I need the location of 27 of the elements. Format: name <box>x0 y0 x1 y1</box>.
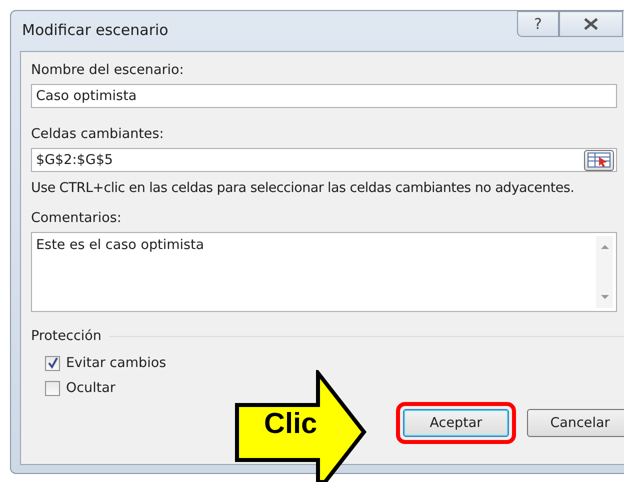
field-label: Comentarios: <box>31 210 122 227</box>
dialog-button[interactable]: Cancelar <box>527 409 624 437</box>
hint-text: Use CTRL+clic en las celdas para seleccionar las celdas cambiantes no adyacentes. <box>31 180 576 196</box>
window-title: Modificar escenario <box>22 21 168 39</box>
checkbox[interactable] <box>45 356 60 370</box>
scroll-down-icon[interactable] <box>600 294 610 300</box>
range-picker-button[interactable] <box>584 150 614 170</box>
field-label: Celdas cambiantes: <box>31 126 165 143</box>
checkbox-option[interactable]: Evitar cambios <box>45 355 166 371</box>
close-button[interactable] <box>559 11 623 37</box>
scroll-up-icon[interactable] <box>600 244 610 250</box>
comments-field[interactable]: Este es el caso optimista <box>31 232 617 312</box>
range-select-icon <box>587 152 611 168</box>
checkmark-icon <box>46 357 58 369</box>
cells-field[interactable]: $G$2:$G$5 <box>31 148 617 172</box>
checkbox[interactable] <box>45 380 60 396</box>
name-field[interactable]: Caso optimista <box>31 84 617 108</box>
dialog-button[interactable]: Aceptar <box>403 409 509 437</box>
help-button[interactable]: ? <box>517 11 559 37</box>
scrollbar[interactable] <box>596 236 613 308</box>
close-icon <box>582 17 600 31</box>
field-value: $G$2:$G$5 <box>36 152 114 168</box>
field-label: Nombre del escenario: <box>31 62 185 79</box>
callout-label: Clic <box>264 408 318 441</box>
field-value: Este es el caso optimista <box>35 236 206 255</box>
checkbox-option[interactable]: Ocultar <box>45 380 116 396</box>
group-title: Protección <box>31 328 102 345</box>
